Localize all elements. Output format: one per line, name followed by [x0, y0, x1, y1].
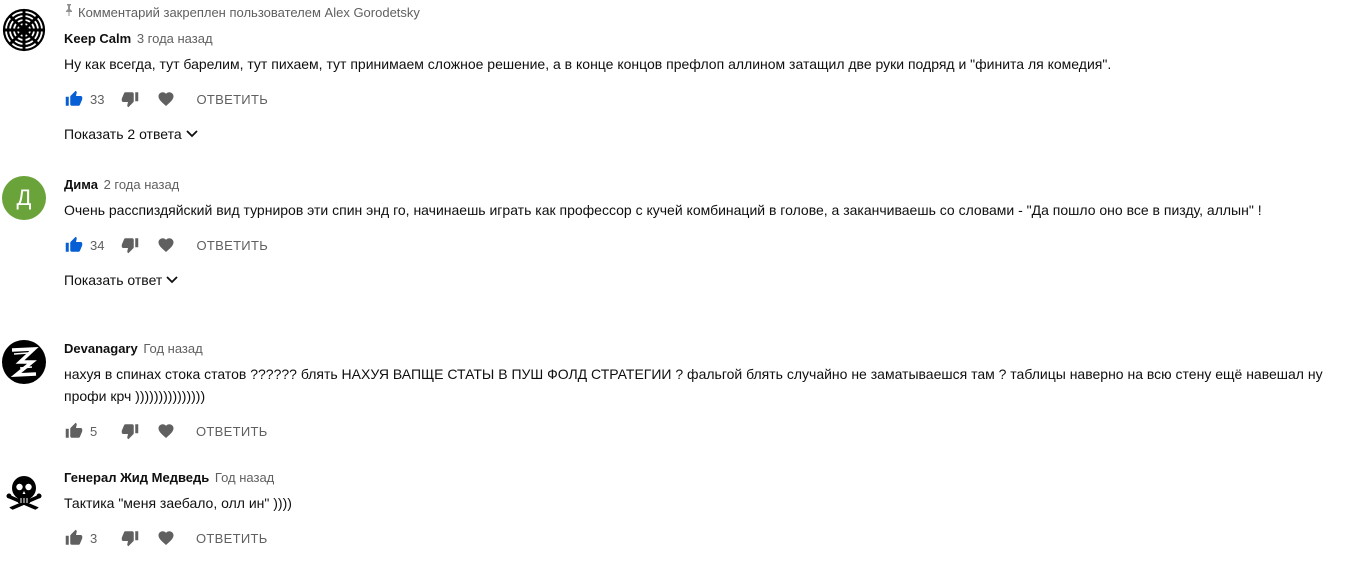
pinned-text: Комментарий закреплен пользователем Alex… [78, 5, 420, 20]
comment-author[interactable]: Дима [64, 177, 98, 192]
heart-icon[interactable] [156, 421, 176, 441]
chevron-down-icon [166, 276, 178, 284]
show-replies-label: Показать ответ [64, 272, 163, 288]
like-icon[interactable] [64, 235, 84, 255]
show-replies-button[interactable]: Показать 2 ответа [64, 124, 198, 144]
comment-time[interactable]: Год назад [143, 341, 202, 356]
avatar[interactable]: Д [2, 176, 46, 220]
reply-button[interactable]: ОТВЕТИТЬ [196, 424, 268, 439]
comment-text: Очень расспиздяйский вид турниров эти сп… [64, 202, 1262, 218]
comment-toolbar: 34 ОТВЕТИТЬ [64, 233, 1346, 257]
dislike-icon[interactable] [120, 421, 140, 441]
comment-author[interactable]: Генерал Жид Медведь [64, 470, 209, 485]
avatar[interactable] [2, 8, 46, 52]
comment-header: Devanagary Год назад [64, 340, 1346, 358]
comment-header: Keep Calm 3 года назад [64, 30, 1346, 48]
avatar[interactable] [2, 340, 46, 384]
comment-time[interactable]: 2 года назад [104, 177, 180, 192]
like-icon[interactable] [64, 528, 84, 548]
comment-text: Ну как всегда, тут барелим, тут пихаем, … [64, 56, 1112, 72]
like-count: 5 [90, 423, 98, 439]
dislike-icon[interactable] [120, 528, 140, 548]
dislike-icon[interactable] [120, 89, 140, 109]
show-replies-label: Показать 2 ответа [64, 126, 182, 142]
like-icon[interactable] [64, 421, 84, 441]
comment-text: Тактика "меня заебало, олл ин" )))) [64, 495, 292, 511]
comment-header: Генерал Жид Медведь Год назад [64, 469, 1346, 487]
like-count: 33 [90, 91, 105, 107]
hypno-spiral-icon [2, 8, 46, 52]
comment-toolbar: 3 ОТВЕТИТЬ [64, 526, 1346, 550]
comment-text: нахуя в спинах стока статов ?????? блять… [64, 366, 1323, 404]
heart-icon[interactable] [156, 235, 176, 255]
comment-time[interactable]: Год назад [215, 470, 274, 485]
comment-toolbar: 33 ОТВЕТИТЬ [64, 87, 1346, 111]
dislike-icon[interactable] [120, 235, 140, 255]
chevron-down-icon [185, 130, 198, 138]
avatar-letter: Д [16, 185, 32, 210]
comment-author[interactable]: Keep Calm [64, 31, 131, 46]
reply-button[interactable]: ОТВЕТИТЬ [196, 531, 268, 546]
comment-header: Дима 2 года назад [64, 176, 1346, 194]
reply-button[interactable]: ОТВЕТИТЬ [196, 92, 268, 107]
comment-author[interactable]: Devanagary [64, 341, 138, 356]
comments-section: Комментарий закреплен пользователем Alex… [0, 0, 1366, 561]
heart-icon[interactable] [156, 528, 176, 548]
skull-crossbones-icon [2, 469, 46, 513]
reply-button[interactable]: ОТВЕТИТЬ [196, 238, 268, 253]
show-replies-button[interactable]: Показать ответ [64, 270, 178, 290]
z-logo-icon [2, 340, 46, 384]
comment-toolbar: 5 ОТВЕТИТЬ [64, 419, 1346, 443]
pin-icon [64, 3, 74, 21]
avatar[interactable] [2, 469, 46, 513]
pinned-notice: Комментарий закреплен пользователем Alex… [64, 4, 1346, 22]
heart-icon[interactable] [156, 89, 176, 109]
like-count: 3 [90, 530, 98, 546]
like-icon[interactable] [64, 89, 84, 109]
comment-time[interactable]: 3 года назад [137, 31, 213, 46]
like-count: 34 [90, 237, 105, 253]
